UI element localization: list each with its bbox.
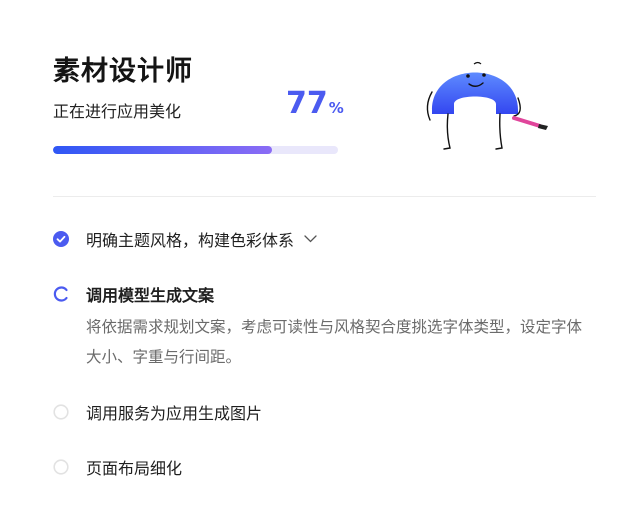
chevron-down-icon[interactable] xyxy=(304,235,317,243)
empty-circle-icon xyxy=(53,404,69,420)
check-circle-icon xyxy=(53,231,69,247)
progress-bar xyxy=(53,146,338,154)
step-label: 明确主题风格，构建色彩体系 xyxy=(86,231,295,250)
loading-spinner-icon xyxy=(53,286,69,302)
step-label: 调用模型生成文案 xyxy=(86,286,215,305)
step-description: 将依据需求规划文案，考虑可读性与风格契合度挑选字体类型，设定字体大小、字重与行间… xyxy=(86,318,583,366)
progress-value: 77 xyxy=(286,86,328,121)
progress-unit: % xyxy=(328,99,344,117)
step-item[interactable]: 页面布局细化 xyxy=(53,455,182,479)
progress-percent: 77% xyxy=(286,86,344,121)
progress-fill xyxy=(53,146,273,154)
step-item[interactable]: 明确主题风格，构建色彩体系 xyxy=(53,227,317,251)
step-label: 调用服务为应用生成图片 xyxy=(86,404,263,423)
mascot-illustration xyxy=(426,61,548,150)
empty-circle-icon xyxy=(53,459,69,475)
status-text: 正在进行应用美化 xyxy=(53,102,182,121)
step-item[interactable]: 调用模型生成文案 xyxy=(53,282,214,306)
step-label: 页面布局细化 xyxy=(86,459,183,478)
divider xyxy=(53,196,596,197)
page-title: 素材设计师 xyxy=(53,56,193,87)
step-item[interactable]: 调用服务为应用生成图片 xyxy=(53,400,262,424)
